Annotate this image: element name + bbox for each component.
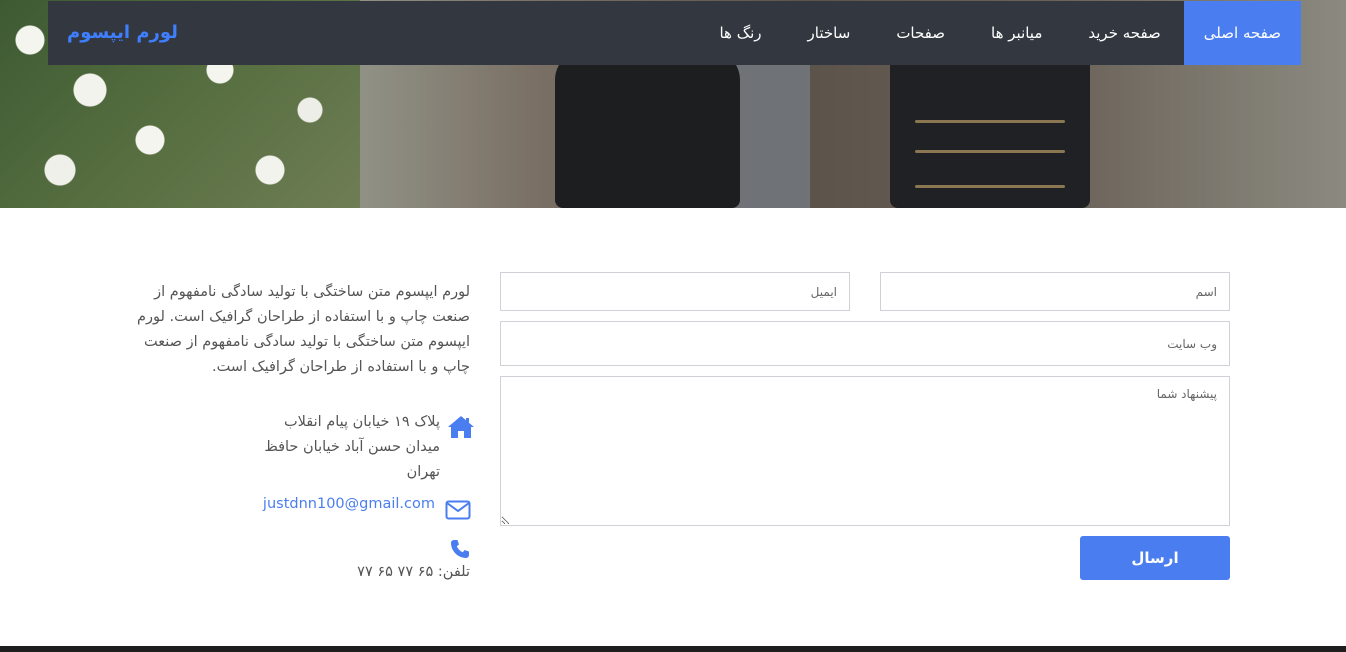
- phone-number: تلفن: ۶۵ ۷۷ ۶۵ ۷۷: [357, 564, 470, 580]
- hero-backpack-right: [890, 40, 1090, 208]
- hero-zipper: [915, 120, 1065, 123]
- website-input[interactable]: [500, 321, 1230, 366]
- email-input[interactable]: [500, 272, 850, 311]
- address-line: پلاک ۱۹ خیابان پیام انقلاب: [283, 414, 440, 430]
- message-textarea[interactable]: [500, 376, 1230, 526]
- address-line: میدان حسن آباد خیابان حافظ: [264, 439, 440, 455]
- nav-item-colors[interactable]: رنگ ها: [696, 1, 784, 65]
- hero-zipper: [915, 150, 1065, 153]
- nav-item-home[interactable]: صفحه اصلی: [1183, 1, 1301, 65]
- nav-item-shop[interactable]: صفحه خرید: [1065, 1, 1183, 65]
- address-block: پلاک ۱۹ خیابان پیام انقلاب میدان حسن آبا…: [230, 410, 440, 485]
- brand-logo[interactable]: لورم ایپسوم: [67, 1, 178, 65]
- nav-item-structure[interactable]: ساختار: [785, 1, 874, 65]
- home-icon: [448, 416, 474, 438]
- about-text: لورم ایپسوم متن ساختگی با تولید سادگی نا…: [136, 284, 470, 375]
- submit-button[interactable]: ارسال: [1080, 536, 1230, 580]
- name-input[interactable]: [880, 272, 1230, 311]
- address-line: تهران: [406, 464, 440, 480]
- footer-strip: [0, 646, 1346, 652]
- hero-coat: [730, 60, 810, 208]
- nav-item-pages[interactable]: صفحات: [873, 1, 968, 65]
- hero-zipper: [915, 185, 1065, 188]
- hero-backpack-left: [555, 50, 740, 208]
- nav-menu: صفحه اصلی صفحه خرید میانبر ها صفحات ساخت…: [696, 1, 1301, 65]
- envelope-icon: [445, 500, 471, 520]
- email-link[interactable]: justdnn100@gmail.com: [230, 496, 435, 512]
- navbar: لورم ایپسوم صفحه اصلی صفحه خرید میانبر ه…: [48, 1, 1301, 65]
- phone-icon: [451, 540, 469, 558]
- nav-item-shortcuts[interactable]: میانبر ها: [968, 1, 1065, 65]
